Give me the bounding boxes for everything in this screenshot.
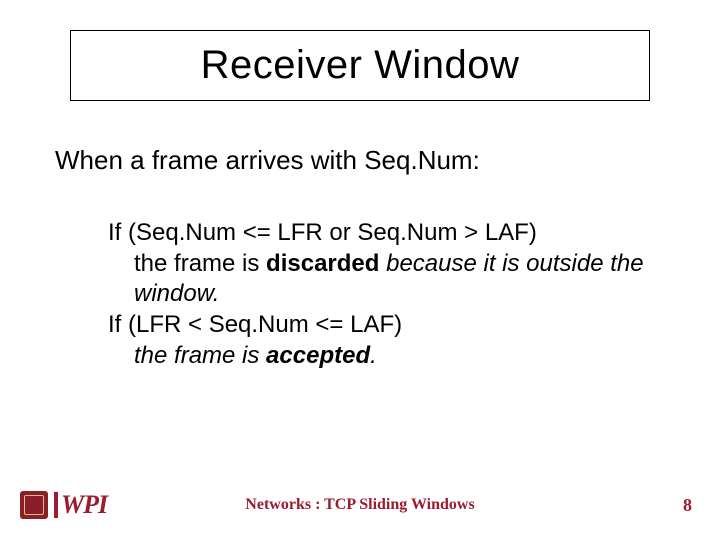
result-2-post: .: [370, 342, 377, 369]
condition-1: If (Seq.Num <= LFR or Seq.Num > LAF): [108, 218, 668, 249]
condition-2: If (LFR < Seq.Num <= LAF): [108, 310, 668, 341]
slide-title: Receiver Window: [201, 43, 520, 87]
result-1-pre: the frame is: [134, 250, 266, 277]
wpi-bar-icon: [54, 492, 58, 518]
footer: WPI Networks : TCP Sliding Windows 8: [0, 490, 720, 520]
wpi-seal-icon: [20, 491, 48, 519]
result-1: the frame is discarded because it is out…: [108, 249, 668, 310]
result-2-bold: accepted: [266, 342, 370, 369]
result-2: the frame is accepted.: [108, 341, 668, 372]
intro-line: When a frame arrives with Seq.Num:: [55, 145, 480, 176]
wpi-wordmark: WPI: [54, 490, 107, 520]
wpi-logo: WPI: [20, 490, 107, 520]
result-2-pre: the frame is: [134, 342, 266, 369]
result-1-bold: discarded: [266, 250, 379, 277]
wpi-text: WPI: [61, 490, 107, 520]
body-text: If (Seq.Num <= LFR or Seq.Num > LAF) the…: [108, 218, 668, 372]
slide-title-box: Receiver Window: [70, 30, 650, 101]
page-number: 8: [683, 495, 692, 516]
footer-title: Networks : TCP Sliding Windows: [245, 496, 474, 514]
